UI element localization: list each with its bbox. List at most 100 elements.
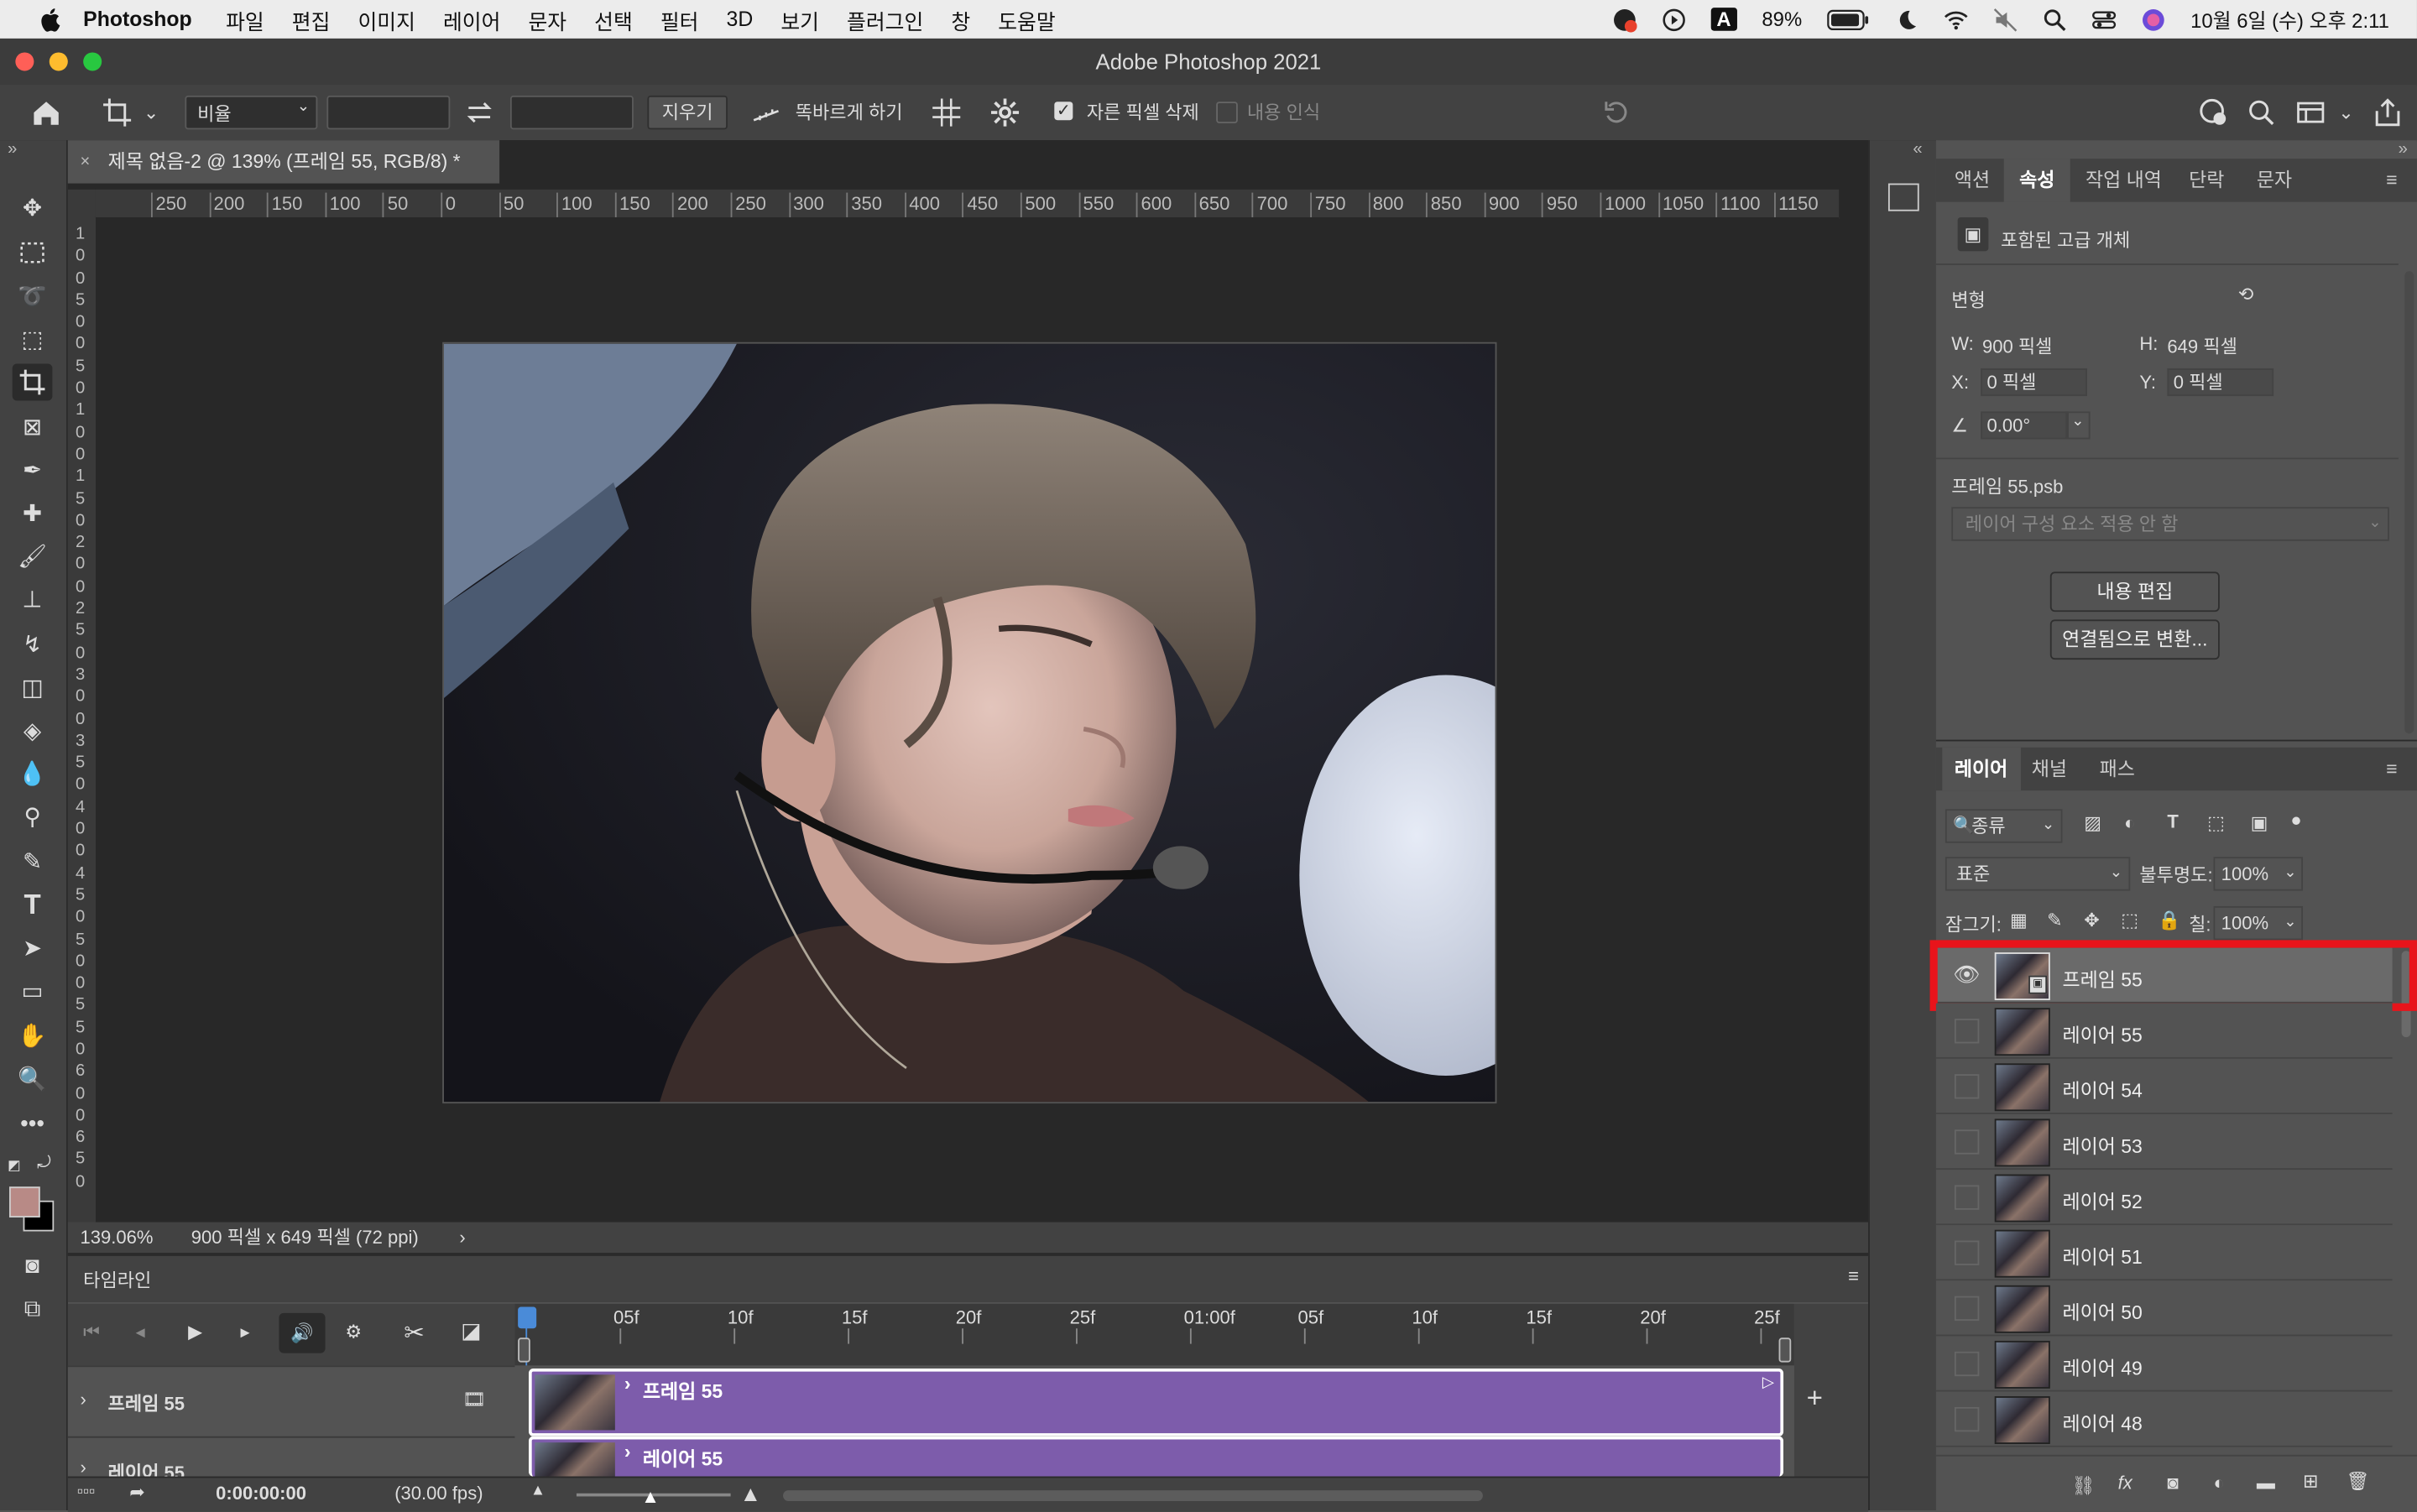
overlay-grid-icon[interactable] [931, 97, 962, 128]
chevron-down-icon[interactable]: ⌄ [2338, 96, 2353, 129]
marquee-tool-icon[interactable] [13, 234, 53, 271]
wifi-icon[interactable] [1944, 7, 1968, 31]
layer-row[interactable]: 레이어 50 [1935, 1280, 2393, 1337]
screen-mode-icon[interactable]: ⧉ [13, 1290, 53, 1327]
layer-name[interactable]: 레이어 48 [2063, 1407, 2143, 1436]
fx-icon[interactable]: fx [2118, 1472, 2132, 1494]
visibility-toggle[interactable] [1954, 1019, 1980, 1044]
chevron-down-icon[interactable]: ⌄ [2065, 411, 2091, 440]
timeline-ruler[interactable]: 05f 10f 15f 20f 25f 01:00f 05f 10f 15f 20f 25f [514, 1303, 1794, 1366]
default-colors-icon[interactable]: ◩ [8, 1157, 21, 1174]
blur-tool-icon[interactable]: 💧 [13, 755, 53, 792]
tab-layers[interactable]: 레이어 [1942, 747, 2021, 791]
panel-menu-icon[interactable]: ≡ [2386, 748, 2397, 790]
pen-tool-icon[interactable]: ✎ [13, 843, 53, 880]
apple-logo-icon[interactable] [37, 5, 65, 33]
layer-row[interactable]: 레이어 48 [1935, 1391, 2393, 1447]
tab-paths[interactable]: 패스 [2100, 748, 2135, 790]
ruler-horizontal[interactable]: 250 200 150 100 50 0 50 100 150 200 250 300 350 400 45… [95, 189, 1840, 219]
paint-bucket-tool-icon[interactable]: ◈ [13, 712, 53, 749]
ruler-origin[interactable] [67, 189, 96, 217]
app-menu-photoshop[interactable]: Photoshop [83, 8, 191, 31]
opacity-input[interactable]: 100% ⌄ [2213, 857, 2304, 891]
more-tools-icon[interactable]: ••• [13, 1105, 53, 1142]
previous-frame-icon[interactable]: ◂ [136, 1321, 145, 1343]
fill-input[interactable]: 100% ⌄ [2213, 905, 2304, 941]
eraser-tool-icon[interactable]: ◫ [13, 669, 53, 706]
brush-tool-icon[interactable]: 🖌 [13, 538, 53, 575]
healing-brush-tool-icon[interactable]: ✚ [13, 495, 53, 532]
layer-name[interactable]: 레이어 52 [2063, 1185, 2143, 1214]
tab-character[interactable]: 문자 [2257, 159, 2292, 201]
timeline-clip[interactable]: › 프레임 55 ▷ [528, 1368, 1784, 1436]
layer-comp-select[interactable]: 레이어 구성 요소 적용 안 함 ⌄ [1951, 507, 2389, 541]
collapse-panel-icon[interactable]: » [2399, 140, 2408, 159]
control-center-icon[interactable] [2092, 7, 2117, 31]
render-video-icon[interactable]: ➦ [129, 1481, 144, 1503]
collapse-panel-icon[interactable]: « [1913, 140, 1922, 159]
link-layers-icon[interactable]: ⛓ [2072, 1475, 2096, 1497]
chevron-right-icon[interactable]: › [81, 1389, 86, 1410]
visibility-toggle[interactable] [1954, 1185, 1980, 1210]
gear-icon[interactable] [989, 97, 1021, 128]
convert-to-linked-button[interactable]: 연결됨으로 변환... [2049, 619, 2220, 660]
lock-transparent-icon[interactable]: ▦ [2010, 910, 2028, 931]
layer-name[interactable]: 레이어 49 [2063, 1352, 2143, 1381]
swap-icon[interactable] [466, 100, 493, 124]
layer-row[interactable]: 레이어 51 [1935, 1225, 2393, 1281]
frame-tool-icon[interactable]: ⊠ [13, 409, 53, 446]
type-tool-icon[interactable]: T [13, 886, 53, 923]
crop-width-input[interactable] [326, 95, 451, 130]
clip-expand-icon[interactable]: ▷ [1762, 1374, 1774, 1391]
zoom-window-button[interactable] [83, 52, 102, 71]
close-window-button[interactable] [15, 52, 34, 71]
moon-icon[interactable] [1894, 7, 1918, 31]
y-input[interactable]: 0 픽셀 [2167, 368, 2274, 397]
layer-row[interactable]: 레이어 49 [1935, 1336, 2393, 1392]
menu-edit[interactable]: 편집 [292, 4, 331, 35]
menu-view[interactable]: 보기 [780, 4, 819, 35]
first-frame-icon[interactable]: ⏮ [83, 1321, 100, 1344]
eyedropper-tool-icon[interactable]: ✒ [13, 451, 53, 488]
adjustment-filter-icon[interactable]: ◐ [2124, 812, 2135, 834]
chevron-right-icon[interactable]: › [624, 1373, 631, 1395]
collapse-panel-icon[interactable]: » [8, 140, 17, 159]
type-filter-icon[interactable]: T [2167, 811, 2178, 832]
chevron-right-icon[interactable]: › [624, 1441, 631, 1462]
layer-row[interactable]: 레이어 53 [1935, 1113, 2393, 1170]
reset-icon[interactable] [1603, 99, 1631, 127]
new-layer-icon[interactable]: ⊞ [2303, 1470, 2318, 1492]
history-brush-tool-icon[interactable]: ↯ [13, 626, 53, 663]
visibility-toggle[interactable] [1954, 1129, 1980, 1155]
chevron-right-icon[interactable]: › [459, 1223, 465, 1254]
x-input[interactable]: 0 픽셀 [1981, 368, 2087, 397]
visibility-toggle[interactable] [1954, 1406, 1980, 1432]
add-media-plus-icon[interactable]: + [1807, 1383, 1823, 1416]
audio-icon[interactable]: 🔊 [279, 1312, 326, 1353]
tab-channels[interactable]: 채널 [2032, 748, 2067, 790]
spotlight-search-icon[interactable] [2043, 7, 2067, 31]
foreground-color-swatch[interactable] [9, 1186, 40, 1217]
input-source-indicator[interactable]: A [1710, 8, 1738, 31]
work-area-start-handle[interactable] [518, 1337, 530, 1363]
tab-history[interactable]: 작업 내역 [2086, 159, 2162, 201]
menu-type[interactable]: 문자 [528, 4, 566, 35]
zoom-in-icon[interactable]: ▲ [740, 1481, 761, 1505]
layer-filter-select[interactable]: 🔍 종류 ⌄ [1945, 809, 2063, 843]
lock-all-icon[interactable]: 🔒 [2158, 910, 2180, 931]
dodge-tool-icon[interactable]: ⚲ [13, 798, 53, 835]
visibility-toggle[interactable] [1954, 1296, 1980, 1322]
rectangle-tool-icon[interactable]: ▭ [13, 972, 53, 1009]
timeline-settings-icon[interactable]: ⚙ [345, 1321, 362, 1343]
lock-position-icon[interactable]: ✥ [2084, 910, 2099, 931]
visibility-toggle[interactable] [1954, 1240, 1980, 1265]
slider-thumb[interactable]: ▲ [641, 1486, 660, 1508]
timeline-scrollbar[interactable] [783, 1490, 1483, 1501]
share-icon[interactable] [2373, 97, 2404, 128]
minimize-window-button[interactable] [49, 52, 68, 71]
document-size-info[interactable]: 900 픽셀 x 649 픽셀 (72 ppi) [191, 1223, 419, 1254]
smart-object-filter-icon[interactable]: ▣ [2251, 812, 2268, 834]
new-group-icon[interactable]: ▬ [2257, 1472, 2275, 1494]
split-scissors-icon[interactable]: ✂ [404, 1317, 425, 1348]
libraries-icon[interactable] [1887, 183, 1919, 211]
